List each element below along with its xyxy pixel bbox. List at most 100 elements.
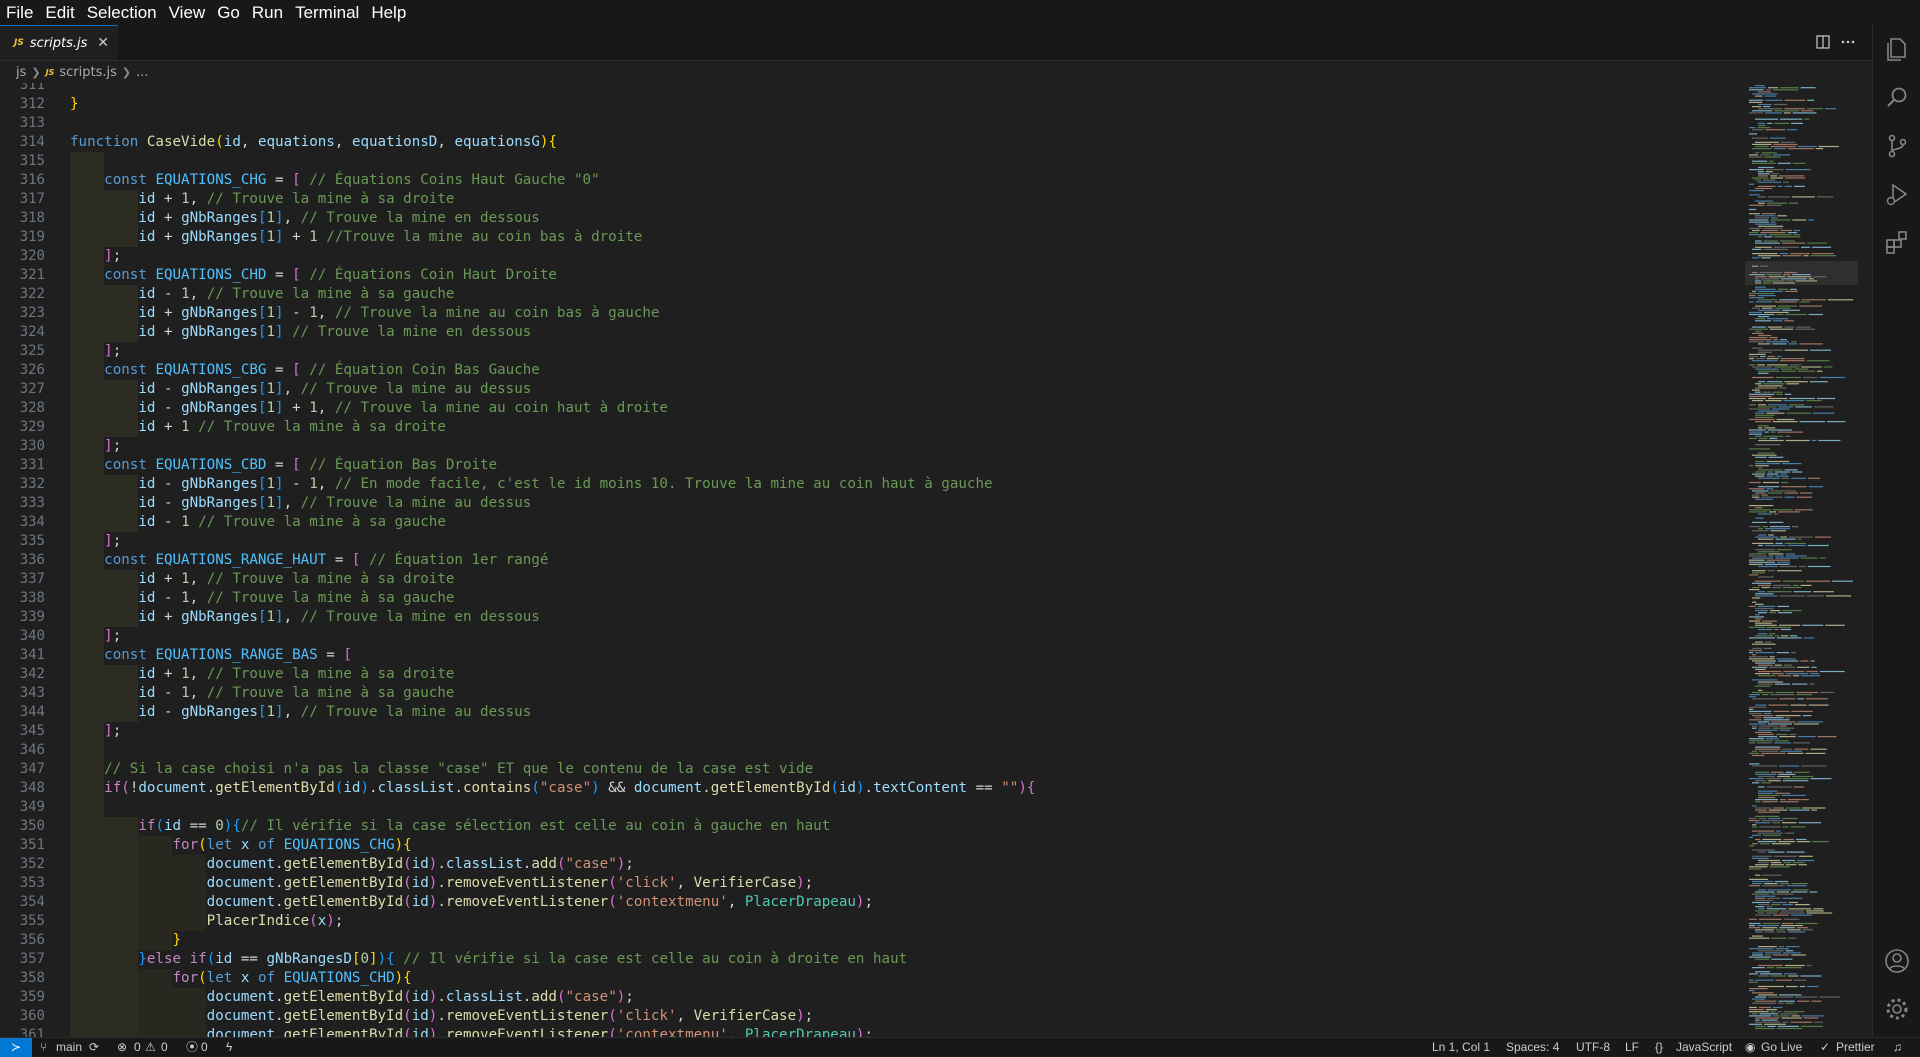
code-line[interactable]: 315 bbox=[0, 152, 1745, 171]
cursor-position[interactable]: Ln 1, Col 1 bbox=[1432, 1038, 1490, 1056]
code-line[interactable]: 325 ]; bbox=[0, 342, 1745, 361]
code-editor[interactable]: 311 312} 313 314 function CaseVide(id, equat… bbox=[0, 83, 1745, 1037]
code-line[interactable]: 329 id + 1 // Trouve la mine à sa droite bbox=[0, 418, 1745, 437]
code-line[interactable]: 350 if(id == 0){// Il vérifie si la case… bbox=[0, 817, 1745, 836]
code-line[interactable]: 352 document.getElementById(id).classLis… bbox=[0, 855, 1745, 874]
code-line[interactable]: 316 const EQUATIONS_CHG = [ // Équations… bbox=[0, 171, 1745, 190]
code-line[interactable]: 348 if(!document.getElementById(id).clas… bbox=[0, 779, 1745, 798]
code-line[interactable]: 331 const EQUATIONS_CBD = [ // Équation … bbox=[0, 456, 1745, 475]
remote-indicator-icon[interactable]: ≻ bbox=[0, 1038, 32, 1057]
code-line[interactable]: 356 } bbox=[0, 931, 1745, 950]
prettier-status[interactable]: Prettier bbox=[1836, 1038, 1875, 1056]
code-line[interactable]: 320 ]; bbox=[0, 247, 1745, 266]
menu-edit[interactable]: Edit bbox=[39, 0, 80, 25]
error-count[interactable]: 0 bbox=[134, 1038, 141, 1056]
code-line[interactable]: 355 PlacerIndice(x); bbox=[0, 912, 1745, 931]
menu-help[interactable]: Help bbox=[365, 0, 412, 25]
code-line[interactable]: 333 id - gNbRanges[1], // Trouve la mine… bbox=[0, 494, 1745, 513]
code-line[interactable]: 349 bbox=[0, 798, 1745, 817]
code-line[interactable]: 344 id - gNbRanges[1], // Trouve la mine… bbox=[0, 703, 1745, 722]
indentation[interactable]: Spaces: 4 bbox=[1506, 1038, 1559, 1056]
search-icon[interactable] bbox=[1883, 84, 1911, 112]
code-line[interactable]: 347 // Si la case choisi n'a pas la clas… bbox=[0, 760, 1745, 779]
code-line[interactable]: 351 for(let x of EQUATIONS_CHG){ bbox=[0, 836, 1745, 855]
line-code: id + 1, // Trouve la mine à sa droite bbox=[70, 665, 454, 684]
manage-gear-icon[interactable] bbox=[1883, 995, 1911, 1023]
extensions-icon[interactable] bbox=[1883, 228, 1911, 256]
source-control-icon[interactable] bbox=[1883, 132, 1911, 160]
menu-go[interactable]: Go bbox=[211, 0, 246, 25]
line-number: 358 bbox=[19, 970, 45, 986]
code-line[interactable]: 341 const EQUATIONS_RANGE_BAS = [ bbox=[0, 646, 1745, 665]
breadcrumb-folder[interactable]: js bbox=[16, 65, 26, 80]
menu-run[interactable]: Run bbox=[246, 0, 289, 25]
menu-terminal[interactable]: Terminal bbox=[289, 0, 365, 25]
tab-scripts-js[interactable]: JS scripts.js ✕ bbox=[0, 25, 118, 60]
more-actions-icon[interactable] bbox=[1841, 40, 1855, 44]
menu-view[interactable]: View bbox=[163, 0, 212, 25]
code-line[interactable]: 338 id - 1, // Trouve la mine à sa gauch… bbox=[0, 589, 1745, 608]
code-line[interactable]: 361 document.getElementById(id).removeEv… bbox=[0, 1026, 1745, 1037]
breadcrumb-file[interactable]: scripts.js bbox=[59, 65, 117, 80]
code-line[interactable]: 328 id - gNbRanges[1] + 1, // Trouve la … bbox=[0, 399, 1745, 418]
code-line[interactable]: 322 id - 1, // Trouve la mine à sa gauch… bbox=[0, 285, 1745, 304]
code-line[interactable]: 360 document.getElementById(id).removeEv… bbox=[0, 1007, 1745, 1026]
breadcrumb-symbols[interactable]: ... bbox=[136, 65, 148, 80]
code-line[interactable]: 319 id + gNbRanges[1] + 1 //Trouve la mi… bbox=[0, 228, 1745, 247]
minimap-viewport-slider[interactable] bbox=[1745, 261, 1858, 285]
code-line[interactable]: 358 for(let x of EQUATIONS_CHD){ bbox=[0, 969, 1745, 988]
code-line[interactable]: 313 bbox=[0, 114, 1745, 133]
code-line[interactable]: 345 ]; bbox=[0, 722, 1745, 741]
go-live-button[interactable]: Go Live bbox=[1761, 1038, 1802, 1056]
code-token: "" bbox=[1001, 780, 1019, 796]
code-line[interactable]: 359 document.getElementById(id).classLis… bbox=[0, 988, 1745, 1007]
code-line[interactable]: 353 document.getElementById(id).removeEv… bbox=[0, 874, 1745, 893]
code-token: document bbox=[206, 894, 276, 910]
code-line[interactable]: 324 id + gNbRanges[1] // Trouve la mine … bbox=[0, 323, 1745, 342]
code-line[interactable]: 334 id - 1 // Trouve la mine à sa gauche bbox=[0, 513, 1745, 532]
code-line[interactable]: 317 id + 1, // Trouve la mine à sa droit… bbox=[0, 190, 1745, 209]
accounts-icon[interactable] bbox=[1883, 947, 1911, 975]
lightning-icon[interactable]: ϟ bbox=[226, 1038, 232, 1056]
code-line[interactable]: 340 ]; bbox=[0, 627, 1745, 646]
ports-count[interactable]: 0 bbox=[201, 1038, 208, 1056]
close-icon[interactable]: ✕ bbox=[97, 35, 109, 51]
code-line[interactable]: 346 bbox=[0, 741, 1745, 760]
code-line[interactable]: 321 const EQUATIONS_CHD = [ // Équations… bbox=[0, 266, 1745, 285]
branch-name[interactable]: main bbox=[56, 1038, 82, 1056]
code-line[interactable]: 343 id - 1, // Trouve la mine à sa gauch… bbox=[0, 684, 1745, 703]
language-mode[interactable]: JavaScript bbox=[1676, 1038, 1732, 1056]
code-line[interactable]: 312} bbox=[0, 95, 1745, 114]
code-line[interactable]: 335 ]; bbox=[0, 532, 1745, 551]
code-line[interactable]: 327 id - gNbRanges[1], // Trouve la mine… bbox=[0, 380, 1745, 399]
encoding[interactable]: UTF-8 bbox=[1576, 1038, 1610, 1056]
code-line[interactable]: 326 const EQUATIONS_CBG = [ // Équation … bbox=[0, 361, 1745, 380]
code-line[interactable]: 318 id + gNbRanges[1], // Trouve la mine… bbox=[0, 209, 1745, 228]
warning-count[interactable]: 0 bbox=[161, 1038, 168, 1056]
code-token: if bbox=[104, 780, 122, 796]
split-editor-icon[interactable] bbox=[1816, 35, 1830, 49]
code-line[interactable]: 311 bbox=[0, 83, 1745, 95]
code-line[interactable]: 354 document.getElementById(id).removeEv… bbox=[0, 893, 1745, 912]
code-token: ] bbox=[275, 305, 284, 321]
explorer-icon[interactable] bbox=[1883, 35, 1911, 63]
line-number: 321 bbox=[19, 267, 45, 283]
minimap[interactable] bbox=[1745, 83, 1858, 1037]
code-line[interactable]: 337 id + 1, // Trouve la mine à sa droit… bbox=[0, 570, 1745, 589]
code-line[interactable]: 323 id + gNbRanges[1] - 1, // Trouve la … bbox=[0, 304, 1745, 323]
code-line[interactable]: 342 id + 1, // Trouve la mine à sa droit… bbox=[0, 665, 1745, 684]
menu-file[interactable]: File bbox=[0, 0, 39, 25]
code-line[interactable]: 332 id - gNbRanges[1] - 1, // En mode fa… bbox=[0, 475, 1745, 494]
line-number: 335 bbox=[19, 533, 45, 549]
editor-scrollbar[interactable] bbox=[1858, 83, 1872, 1037]
menu-selection[interactable]: Selection bbox=[81, 0, 163, 25]
code-line[interactable]: 339 id + gNbRanges[1], // Trouve la mine… bbox=[0, 608, 1745, 627]
run-debug-icon[interactable] bbox=[1883, 180, 1911, 208]
code-line[interactable]: 314 function CaseVide(id, equations, equa… bbox=[0, 133, 1745, 152]
sync-icon[interactable]: ⟳ bbox=[89, 1038, 99, 1056]
bell-icon[interactable]: ♫ bbox=[1893, 1038, 1902, 1056]
code-line[interactable]: 336 const EQUATIONS_RANGE_HAUT = [ // Éq… bbox=[0, 551, 1745, 570]
code-line[interactable]: 357 }else if(id == gNbRangesD[0]){ // Il… bbox=[0, 950, 1745, 969]
code-line[interactable]: 330 ]; bbox=[0, 437, 1745, 456]
end-of-line[interactable]: LF bbox=[1625, 1038, 1639, 1056]
